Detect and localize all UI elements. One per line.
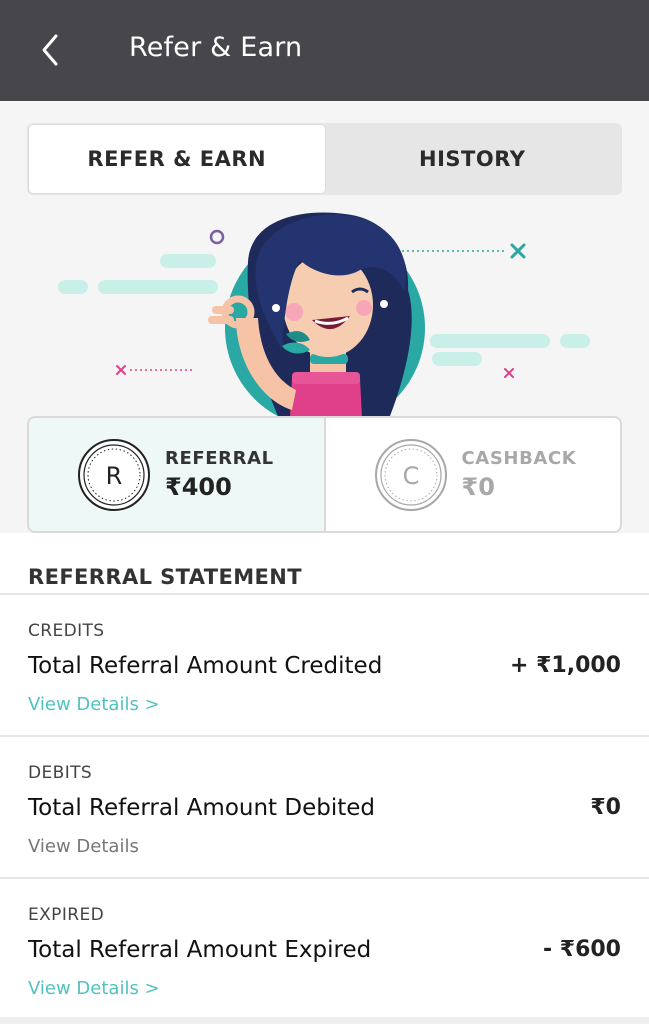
tab-refer-earn[interactable]: REFER & EARN	[29, 125, 325, 193]
referral-wallet-label: REFERRAL	[165, 448, 274, 469]
app-bar: Refer & Earn	[0, 0, 649, 101]
back-button[interactable]	[30, 30, 70, 70]
debits-card: DEBITS Total Referral Amount Debited ₹0 …	[0, 735, 649, 875]
hero-illustration	[58, 212, 590, 420]
cross-decoration	[510, 243, 526, 259]
view-details-link[interactable]: View Details >	[28, 978, 160, 999]
card-title: Total Referral Amount Debited	[28, 795, 375, 821]
credits-card: CREDITS Total Referral Amount Credited +…	[0, 593, 649, 733]
referral-wallet[interactable]: R REFERRAL ₹400	[29, 418, 324, 531]
ring-decoration	[209, 229, 225, 245]
statement-title: REFERRAL STATEMENT	[28, 565, 302, 589]
referral-wallet-amount: ₹400	[165, 473, 232, 501]
card-title: Total Referral Amount Expired	[28, 937, 372, 963]
cashback-wallet-label: CASHBACK	[461, 448, 577, 469]
card-category: DEBITS	[28, 763, 93, 783]
card-title: Total Referral Amount Credited	[28, 653, 383, 679]
coin-letter: R	[106, 462, 123, 490]
back-chevron-icon	[42, 34, 58, 66]
tab-history[interactable]: HISTORY	[325, 125, 621, 193]
view-details-link[interactable]: View Details >	[28, 694, 160, 715]
tab-bar: REFER & EARN HISTORY	[27, 123, 622, 195]
card-amount: ₹0	[590, 795, 621, 820]
card-category: EXPIRED	[28, 905, 105, 925]
card-amount: - ₹600	[542, 937, 621, 962]
cashback-coin-icon: C	[374, 438, 447, 511]
cashback-wallet-amount: ₹0	[461, 473, 495, 501]
coin-letter: C	[402, 462, 419, 490]
wallet-switcher: R REFERRAL ₹400 C CASHBACK ₹0	[27, 416, 622, 533]
card-category: CREDITS	[28, 621, 105, 641]
page-title: Refer & Earn	[129, 32, 303, 63]
referral-coin-icon: R	[78, 438, 150, 511]
bottom-divider	[0, 1017, 649, 1024]
card-amount: + ₹1,000	[510, 653, 621, 678]
cashback-wallet[interactable]: C CASHBACK ₹0	[323, 418, 621, 531]
expired-card: EXPIRED Total Referral Amount Expired - …	[0, 877, 649, 1017]
view-details-link: View Details	[28, 836, 139, 857]
